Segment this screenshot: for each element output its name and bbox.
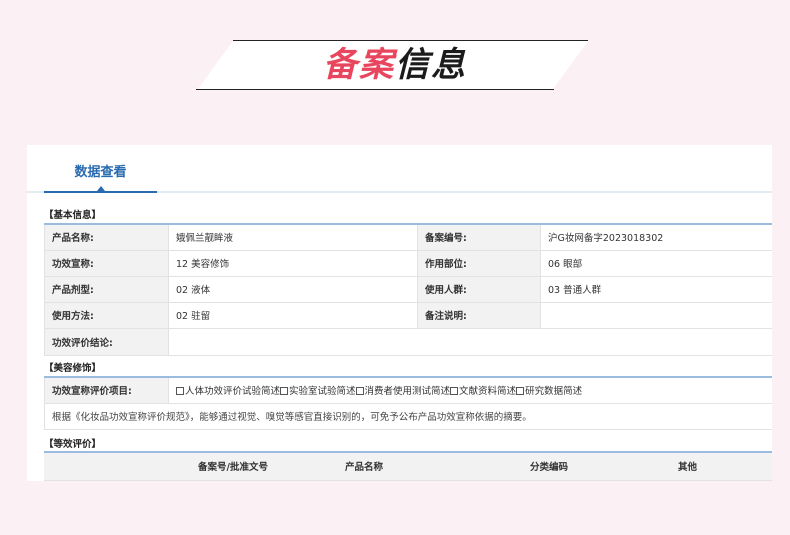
field-value: 沪G妆网备字2023018302 (540, 223, 772, 251)
checkbox-icon[interactable] (450, 387, 459, 396)
table-row: 功效宣称评价项目: 人体功效评价试验简述 实验室试验简述 消费者使用测试简述 文献资料… (44, 376, 772, 404)
option-label: 实验室试验简述 (289, 386, 356, 398)
conclusion-label: 功效评价结论: (44, 327, 169, 356)
conclusion-value (168, 327, 772, 356)
table-row: 功效宣称: 12 美容修饰 作用部位: 06 眼部 (44, 249, 772, 277)
field-label: 使用人群: (417, 275, 541, 303)
eval-items-options: 人体功效评价试验简述 实验室试验简述 消费者使用测试简述 文献资料简述 研究数据简述 (168, 376, 772, 404)
beauty-table: 功效宣称评价项目: 人体功效评价试验简述 实验室试验简述 消费者使用测试简述 文献资料… (44, 376, 772, 430)
table-row: 产品名称: 娥佩兰靓眸液 备案编号: 沪G妆网备字2023018302 (44, 223, 772, 251)
column-header (44, 451, 191, 481)
info-panel: 数据查看 【基本信息】 产品名称: 娥佩兰靓眸液 备案编号: 沪G妆网备字202… (27, 145, 772, 481)
table-row: 使用方法: 02 驻留 备注说明: (44, 301, 772, 329)
option-label: 研究数据简述 (525, 386, 583, 398)
table-header-row: 备案号/批准文号 产品名称 分类编码 其他 (44, 451, 772, 481)
field-value: 02 驻留 (168, 301, 418, 329)
field-value: 02 液体 (168, 275, 418, 303)
column-header: 分类编码 (523, 451, 671, 481)
option-label: 消费者使用测试简述 (364, 386, 451, 398)
basic-info-table: 产品名称: 娥佩兰靓眸液 备案编号: 沪G妆网备字2023018302 功效宣称… (44, 223, 772, 356)
tab-caret-icon (96, 186, 105, 191)
checkbox-icon[interactable] (176, 387, 184, 396)
column-header: 其他 (671, 451, 772, 481)
field-label: 备注说明: (417, 301, 541, 329)
field-label: 使用方法: (44, 301, 169, 329)
section-equiv-title: 【等效评价】 (44, 439, 102, 450)
field-label: 产品名称: (44, 223, 169, 251)
eval-items-label: 功效宣称评价项目: (44, 376, 169, 404)
column-header: 产品名称 (338, 451, 523, 481)
option-label: 文献资料简述 (459, 386, 517, 398)
field-value: 06 眼部 (540, 249, 772, 277)
equiv-table: 备案号/批准文号 产品名称 分类编码 其他 (44, 451, 772, 481)
column-header: 备案号/批准文号 (191, 451, 338, 481)
checkbox-icon[interactable] (355, 387, 364, 396)
tab-data-view-label: 数据查看 (74, 165, 127, 180)
field-value: 娥佩兰靓眸液 (168, 223, 418, 251)
banner-line-bottom (196, 89, 554, 90)
field-label: 产品剂型: (44, 275, 169, 303)
tab-bar: 数据查看 (27, 145, 772, 193)
option-label: 人体功效评价试验简述 (185, 386, 281, 398)
checkbox-icon[interactable] (280, 387, 289, 396)
table-row: 根据《化妆品功效宣称评价规范》，能够通过视觉、嗅觉等感官直接识别的，可免予公布产… (44, 402, 772, 430)
field-label: 作用部位: (417, 249, 541, 277)
field-value: 12 美容修饰 (168, 249, 418, 277)
checkbox-icon[interactable] (516, 387, 525, 396)
banner-title: 备案信息 (0, 44, 790, 86)
field-value: 03 普通人群 (540, 275, 772, 303)
table-row: 功效评价结论: (44, 327, 772, 356)
field-label: 备案编号: (417, 223, 541, 251)
banner-line-top (233, 40, 588, 41)
banner-title-dark: 信息 (395, 45, 467, 85)
section-beauty-title: 【美容修饰】 (44, 363, 102, 374)
field-value (540, 301, 772, 329)
section-basic-title: 【基本信息】 (44, 210, 102, 221)
banner-title-red: 备案 (323, 45, 395, 85)
exemption-note: 根据《化妆品功效宣称评价规范》，能够通过视觉、嗅觉等感官直接识别的，可免予公布产… (44, 402, 772, 430)
table-row: 产品剂型: 02 液体 使用人群: 03 普通人群 (44, 275, 772, 303)
tab-data-view[interactable]: 数据查看 (44, 145, 157, 193)
banner: 备案信息 (0, 0, 790, 110)
field-label: 功效宣称: (44, 249, 169, 277)
